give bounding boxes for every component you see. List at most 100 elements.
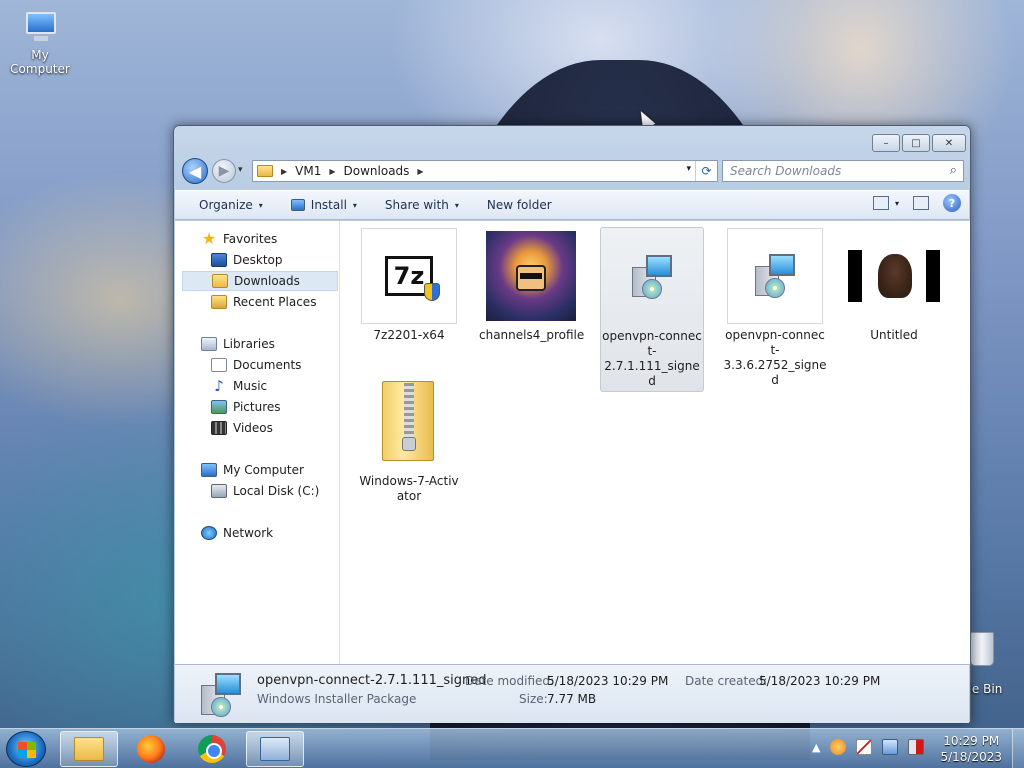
msi-installer-icon [604, 229, 700, 325]
nav-label: Pictures [233, 400, 281, 414]
zip-folder-icon [361, 374, 457, 470]
details-pane: openvpn-connect-2.7.1.111_signed Windows… [175, 664, 969, 723]
nav-item-downloads[interactable]: Downloads [182, 271, 338, 291]
nav-item-network[interactable]: Network [201, 523, 273, 543]
size-value: 7.77 MB [547, 692, 597, 706]
taskbar-firefox[interactable] [122, 731, 180, 767]
change-view-button[interactable]: ▾ [872, 196, 899, 210]
nav-item-local-disk[interactable]: Local Disk (C:) [211, 481, 319, 501]
view-icon [872, 196, 889, 210]
nav-label: Libraries [223, 337, 275, 351]
file-item-channels4-profile[interactable]: channels4_profile [479, 228, 584, 343]
system-tray: ▲ [812, 739, 925, 755]
videos-icon [211, 421, 227, 435]
history-dropdown[interactable]: ▾ [238, 165, 243, 175]
minimize-button[interactable]: – [872, 134, 900, 152]
new-folder-button[interactable]: New folder [473, 193, 566, 217]
chevron-down-icon: ▾ [454, 200, 459, 210]
msi-installer-icon [727, 228, 823, 324]
nav-label: Favorites [223, 232, 278, 246]
breadcrumb-vm1[interactable]: VM1 [295, 164, 321, 178]
nav-label: Network [223, 526, 274, 540]
details-file-type: Windows Installer Package [257, 692, 417, 706]
install-button[interactable]: Install ▾ [277, 193, 371, 217]
back-button[interactable]: ◀ [182, 158, 208, 184]
refresh-icon[interactable]: ⟳ [695, 161, 717, 181]
breadcrumb-downloads[interactable]: Downloads [344, 164, 410, 178]
desktop-icon-label: My Computer [10, 48, 70, 76]
file-name-line: t-3.3.6.2752_signe [723, 343, 827, 372]
breadcrumb-separator[interactable]: ▶ [417, 167, 423, 176]
date-modified-value: 5/18/2023 10:29 PM [547, 674, 669, 688]
file-item-7z2201[interactable]: 7z 7z2201-x64 [357, 228, 461, 343]
nav-item-pictures[interactable]: Pictures [211, 397, 281, 417]
file-item-openvpn-2711[interactable]: openvpn-connec t-2.7.1.111_signe d [600, 227, 704, 392]
nav-label: Downloads [234, 274, 300, 288]
nav-item-recent-places[interactable]: Recent Places [211, 292, 316, 312]
date-created-label: Date created: [685, 674, 768, 688]
folder-icon [257, 165, 273, 177]
taskbar-control-panel[interactable] [246, 731, 304, 767]
close-button[interactable]: ✕ [932, 134, 966, 152]
maximize-button[interactable]: □ [902, 134, 930, 152]
nav-label: Desktop [233, 253, 283, 267]
nav-label: Local Disk (C:) [233, 484, 320, 498]
firefox-icon [137, 735, 165, 763]
volume-muted-icon[interactable] [908, 739, 925, 755]
file-item-untitled[interactable]: Untitled [842, 228, 946, 343]
nav-item-desktop[interactable]: Desktop [211, 250, 283, 270]
taskbar-explorer[interactable] [60, 731, 118, 767]
breadcrumb-separator[interactable]: ▶ [281, 167, 287, 176]
recent-places-icon [211, 295, 227, 309]
nav-label: Documents [233, 358, 302, 372]
nav-item-documents[interactable]: Documents [211, 355, 301, 375]
libraries-icon [201, 337, 217, 351]
show-hidden-icons-button[interactable]: ▲ [812, 741, 820, 754]
clock[interactable]: 10:29 PM 5/18/2023 [940, 733, 1002, 765]
address-bar[interactable]: ▶ VM1 ▶ Downloads ▶ ▾ ⟳ [252, 160, 718, 182]
file-item-windows7-activator[interactable]: Windows-7-Activ ator [357, 374, 461, 504]
chevron-down-icon: ▾ [258, 200, 263, 210]
update-icon[interactable] [830, 739, 847, 755]
explorer-window: – □ ✕ ◀ ▶ ▾ ▶ VM1 ▶ Downloads ▶ ▾ ⟳ Sear… [173, 125, 971, 723]
help-icon[interactable]: ? [943, 194, 961, 212]
file-name-line: Windows-7-Activ [359, 474, 459, 488]
network-tray-icon[interactable] [882, 739, 899, 755]
view-controls: ▾ ? [872, 194, 961, 212]
desktop-icon-my-computer[interactable]: My Computer [0, 10, 80, 76]
breadcrumb-separator[interactable]: ▶ [329, 167, 335, 176]
desktop-icon-recycle-bin-label[interactable]: cle Bin [962, 682, 1024, 696]
music-icon: ♪ [214, 377, 224, 395]
action-center-icon[interactable] [856, 739, 873, 755]
file-name-line: d [648, 374, 656, 388]
nav-item-my-computer[interactable]: My Computer [201, 460, 304, 480]
nav-item-videos[interactable]: Videos [211, 418, 273, 438]
nav-item-favorites[interactable]: ★ Favorites [201, 229, 277, 249]
computer-icon [201, 463, 217, 477]
share-with-button[interactable]: Share with ▾ [371, 193, 473, 217]
control-panel-icon [260, 737, 290, 761]
date-created-value: 5/18/2023 10:29 PM [759, 674, 881, 688]
taskbar-chrome[interactable] [183, 731, 241, 767]
msi-installer-icon [197, 671, 245, 719]
chrome-icon [198, 735, 226, 763]
file-list: 7z 7z2201-x64 channels4_profile openvpn-… [340, 221, 970, 664]
clock-time: 10:29 PM [943, 734, 1000, 748]
show-desktop-button[interactable] [1012, 729, 1024, 768]
address-dropdown-button[interactable]: ▾ [686, 164, 691, 174]
nav-item-libraries[interactable]: Libraries [201, 334, 275, 354]
nav-label: Videos [233, 421, 273, 435]
nav-item-music[interactable]: ♪ Music [211, 376, 267, 396]
nav-label: Recent Places [233, 295, 317, 309]
start-button[interactable] [6, 731, 46, 767]
file-item-openvpn-3362752[interactable]: openvpn-connec t-3.3.6.2752_signe d [723, 228, 827, 388]
search-input[interactable]: Search Downloads ⌕ [722, 160, 964, 182]
search-icon[interactable]: ⌕ [950, 163, 957, 178]
forward-button[interactable]: ▶ [212, 159, 236, 183]
pictures-icon [211, 400, 227, 414]
chevron-down-icon: ▾ [352, 200, 357, 210]
taskbar: ▲ 10:29 PM 5/18/2023 [0, 728, 1024, 768]
organize-button[interactable]: Organize ▾ [185, 193, 277, 217]
preview-pane-icon[interactable] [913, 196, 929, 210]
date-modified-label: Date modified: [465, 674, 555, 688]
